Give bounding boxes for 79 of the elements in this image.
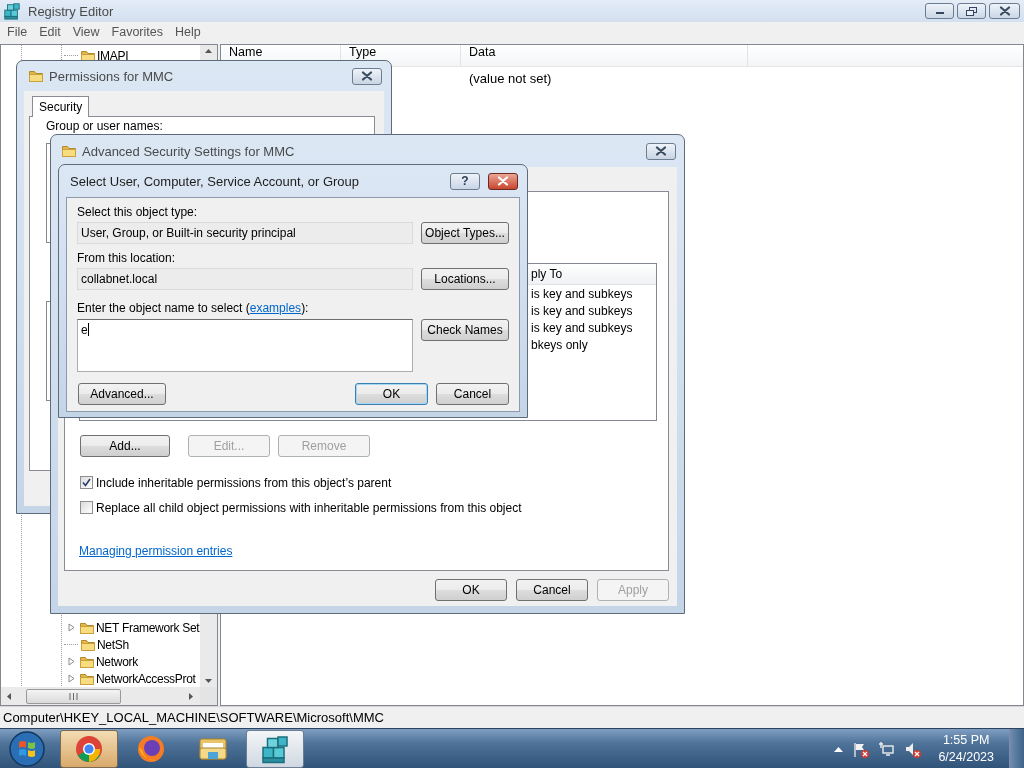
button[interactable]: Cancel xyxy=(516,579,588,601)
clock-time[interactable]: 1:55 PM xyxy=(942,732,990,749)
column-header[interactable]: Type xyxy=(349,46,377,59)
help-button[interactable]: ? xyxy=(450,172,480,190)
taskbar-button[interactable] xyxy=(60,730,118,768)
restore-icon xyxy=(966,6,977,16)
tree-item[interactable]: NetworkAccessProt xyxy=(1,670,200,687)
menu-item[interactable]: Edit xyxy=(33,25,67,39)
dialog-title: Select User, Computer, Service Account, or Group xyxy=(70,173,360,189)
list-cell: is key and subkeys xyxy=(531,320,633,335)
browser-icon xyxy=(136,734,166,764)
scroll-left-icon xyxy=(7,692,11,700)
close-button[interactable] xyxy=(352,67,382,85)
scroll-right-icon xyxy=(189,692,194,700)
folder-icon xyxy=(28,68,44,84)
button[interactable]: Cancel xyxy=(436,383,509,405)
menu-item[interactable]: File xyxy=(1,25,34,39)
checkbox-label: Replace all child object permissions with inheritable permissions from this object xyxy=(96,500,522,515)
field-label: From this location: xyxy=(77,251,177,265)
readonly-field: User, Group, or Built-in security principal xyxy=(77,222,413,244)
list-cell: is key and subkeys xyxy=(531,286,633,301)
cubes-icon xyxy=(260,734,290,764)
menu-item[interactable]: Favorites xyxy=(105,25,169,39)
list-cell: is key and subkeys xyxy=(531,303,633,318)
checkbox[interactable] xyxy=(80,476,93,489)
folder-icon xyxy=(61,143,77,159)
close-button[interactable] xyxy=(989,3,1020,19)
checkbox-label: Include inheritable permissions from this object’s parent xyxy=(96,475,392,490)
checkbox[interactable] xyxy=(80,501,93,514)
dialog-title: Permissions for MMC xyxy=(49,68,174,84)
menu-item[interactable]: View xyxy=(66,25,106,39)
button[interactable]: OK xyxy=(435,579,507,601)
close-icon xyxy=(998,6,1011,16)
close-icon xyxy=(361,71,373,81)
taskbar-button[interactable] xyxy=(246,730,304,768)
list-cell: bkeys only xyxy=(531,337,588,352)
clock-date[interactable]: 6/24/2023 xyxy=(938,749,994,766)
column-header[interactable]: Data xyxy=(469,46,496,59)
menu-item[interactable]: Help xyxy=(169,25,207,39)
button[interactable]: Locations... xyxy=(421,268,509,290)
field-label: Group or user names: xyxy=(46,119,163,134)
start-orb-icon xyxy=(8,730,46,768)
restore-button[interactable] xyxy=(957,3,986,19)
registry-icon xyxy=(3,2,21,20)
object-name-field[interactable]: e xyxy=(77,319,413,372)
close-icon xyxy=(655,146,667,156)
column-header[interactable]: Name xyxy=(229,46,263,59)
button[interactable]: Object Types... xyxy=(421,222,509,244)
minimize-button[interactable] xyxy=(925,3,954,19)
field-label: Select this object type: xyxy=(77,205,199,219)
network-icon[interactable] xyxy=(878,740,896,758)
dialog-title: Advanced Security Settings for MMC xyxy=(82,143,295,159)
value-data-cell-text: (value not set) xyxy=(468,69,553,88)
expand-arrow-icon xyxy=(67,623,76,632)
close-button[interactable] xyxy=(488,172,518,190)
close-icon xyxy=(497,176,509,186)
flag-icon[interactable] xyxy=(852,740,870,758)
button[interactable]: Add... xyxy=(80,435,170,457)
folder-icon xyxy=(197,735,229,763)
tree-item[interactable]: Network xyxy=(1,653,200,670)
show-hidden-icons-icon[interactable] xyxy=(834,746,844,752)
tree-item[interactable]: NetSh xyxy=(1,636,200,653)
browser-icon xyxy=(74,734,104,764)
readonly-field: collabnet.local xyxy=(77,268,413,290)
tree-item[interactable]: NET Framework Set xyxy=(1,619,200,636)
field-label: Enter the object name to select (examples): xyxy=(77,301,310,315)
grip-icon xyxy=(69,692,78,700)
button[interactable]: Check Names xyxy=(421,319,509,341)
button[interactable]: OK xyxy=(355,383,428,405)
help-link[interactable]: Managing permission entries xyxy=(79,544,233,559)
check-icon xyxy=(82,478,91,487)
tab[interactable]: Security xyxy=(32,96,90,117)
scroll-up-icon xyxy=(205,49,212,53)
column-header[interactable]: ply To xyxy=(531,267,563,281)
examples-link[interactable]: examples xyxy=(249,301,302,315)
window-title: Registry Editor xyxy=(28,3,114,19)
button[interactable]: Advanced... xyxy=(78,383,166,405)
close-button[interactable] xyxy=(646,142,676,160)
scroll-down-icon xyxy=(205,679,212,683)
